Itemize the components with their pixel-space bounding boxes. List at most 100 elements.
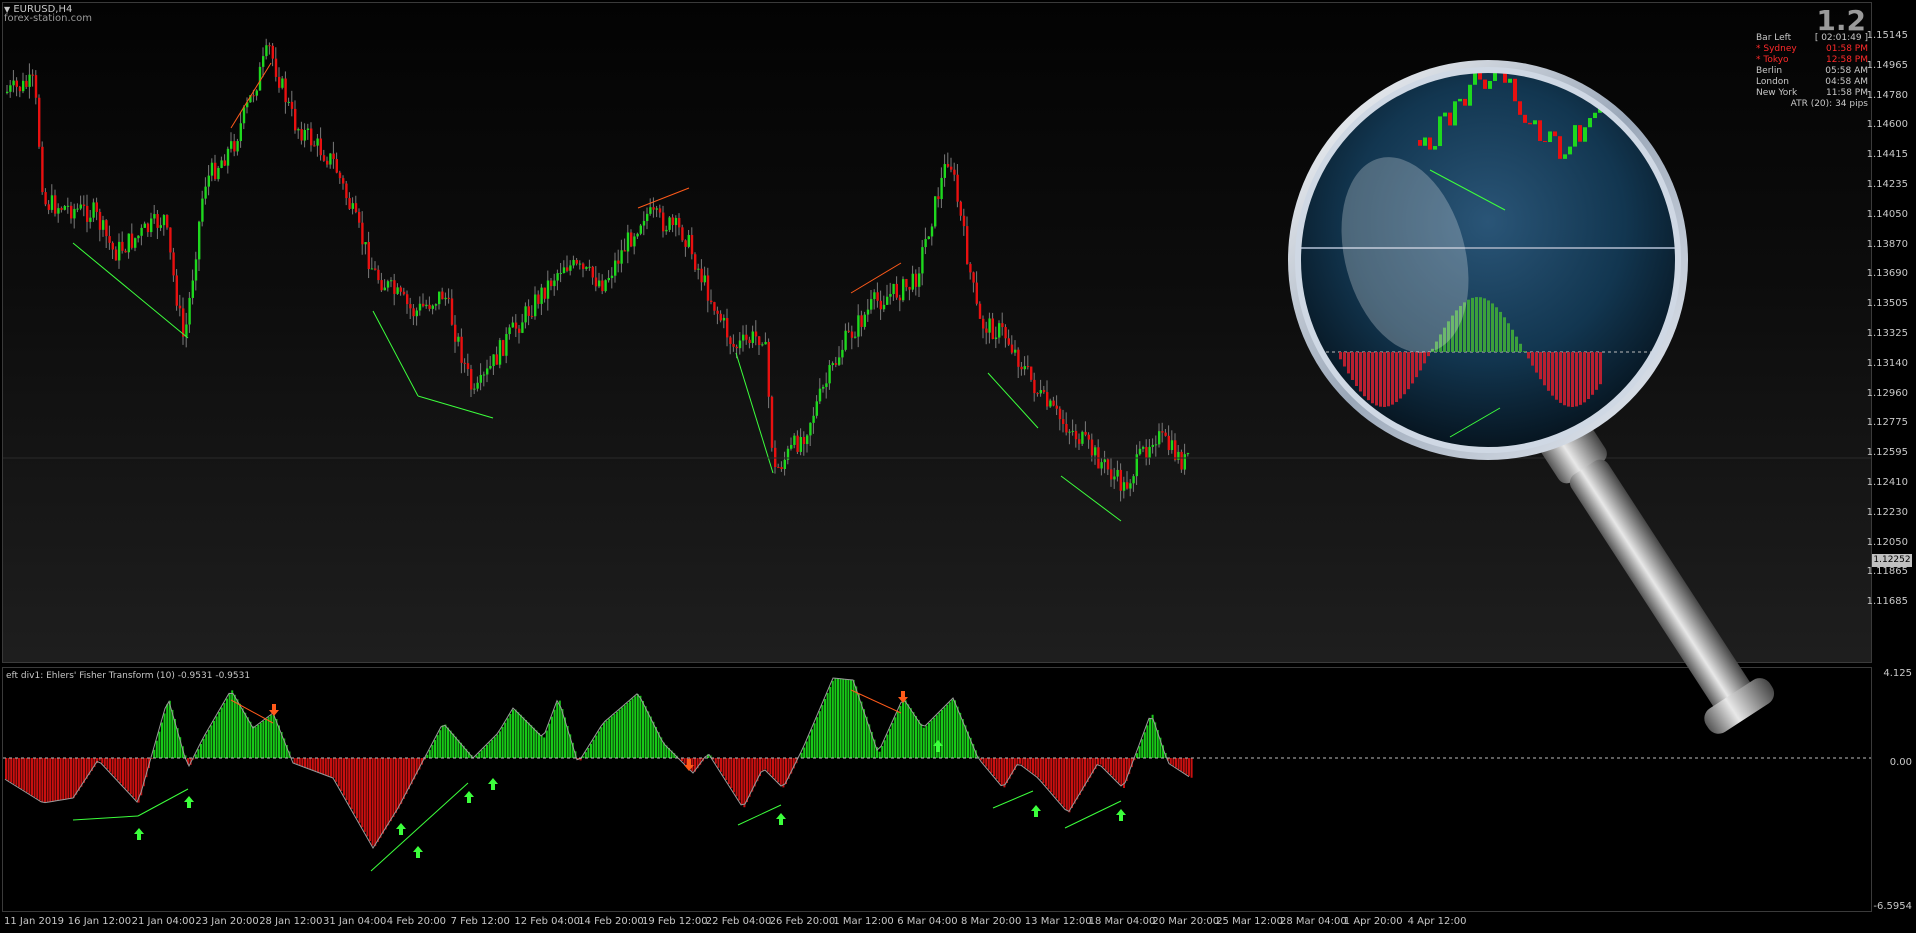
histogram-bar xyxy=(233,694,236,758)
histogram-bar xyxy=(153,749,156,758)
histogram-bar xyxy=(727,758,730,785)
histogram-bar xyxy=(80,758,83,787)
histogram-bar xyxy=(847,679,850,758)
histogram-bar xyxy=(103,758,106,767)
histogram-bar xyxy=(202,738,205,758)
candle xyxy=(34,75,38,98)
candle xyxy=(1116,469,1119,477)
candle xyxy=(946,164,950,167)
candle xyxy=(82,204,86,206)
candle xyxy=(780,467,783,470)
divergence-line xyxy=(372,310,419,397)
histogram-bar xyxy=(740,758,743,805)
candle xyxy=(201,198,204,222)
candle xyxy=(764,341,767,345)
price-chart-pane[interactable] xyxy=(2,2,1872,663)
histogram-bar xyxy=(218,711,221,758)
candle xyxy=(847,330,850,332)
candle xyxy=(54,195,57,214)
histogram-bar xyxy=(592,739,595,758)
indicator-pane[interactable] xyxy=(2,667,1872,912)
histogram-bar xyxy=(408,758,410,790)
histogram-bar xyxy=(1081,758,1084,791)
histogram-bar xyxy=(743,758,746,808)
candle xyxy=(303,129,306,141)
histogram-bar xyxy=(855,686,858,758)
candle xyxy=(399,287,402,292)
candle xyxy=(844,330,847,350)
candle xyxy=(178,305,182,309)
candle xyxy=(1151,444,1154,447)
price-tick-label: 1.12960 xyxy=(1866,387,1908,399)
candle xyxy=(89,217,92,222)
histogram-bar xyxy=(543,737,546,758)
candle xyxy=(425,304,428,307)
histogram-bar xyxy=(995,758,998,780)
candle xyxy=(486,368,489,375)
price-tick-label: 1.13690 xyxy=(1866,268,1908,280)
histogram-bar xyxy=(1037,758,1040,778)
candle xyxy=(172,252,175,276)
candle xyxy=(969,263,972,273)
candle xyxy=(1068,431,1071,433)
candle xyxy=(92,202,95,218)
indicator-zero-label: 0.00 xyxy=(1889,757,1912,768)
histogram-bar xyxy=(353,758,356,814)
candle xyxy=(316,138,319,146)
histogram-bar xyxy=(925,725,928,758)
candle xyxy=(428,304,431,309)
candle xyxy=(921,247,924,274)
candle xyxy=(770,396,774,448)
histogram-bar xyxy=(816,717,819,758)
candle xyxy=(591,266,594,278)
histogram-bar xyxy=(1071,758,1073,808)
histogram-bar xyxy=(902,700,904,758)
candle xyxy=(812,415,815,423)
candle xyxy=(1046,392,1049,407)
histogram-bar xyxy=(922,727,925,758)
candle xyxy=(889,294,892,297)
candle xyxy=(1026,366,1030,368)
arrow-up-icon xyxy=(464,791,474,803)
histogram-bar xyxy=(800,752,803,758)
candle xyxy=(604,280,607,292)
time-tick-label: 21 Jan 04:00 xyxy=(131,916,195,927)
histogram-bar xyxy=(75,758,78,795)
candle xyxy=(742,334,745,341)
candle xyxy=(575,259,578,264)
histogram-bar xyxy=(1175,758,1177,768)
candle xyxy=(991,318,994,340)
histogram-bar xyxy=(491,739,494,758)
candle xyxy=(124,250,127,253)
histogram-bar xyxy=(452,733,455,758)
histogram-bar xyxy=(639,695,642,758)
histogram-bar xyxy=(389,758,392,822)
histogram-bar xyxy=(909,708,912,758)
candle xyxy=(1180,451,1183,470)
candle xyxy=(47,204,50,210)
histogram-bar xyxy=(226,698,228,758)
histogram-bar xyxy=(496,734,499,758)
histogram-bar xyxy=(1058,758,1060,802)
histogram-bar xyxy=(119,758,122,784)
candle xyxy=(466,363,470,370)
candle xyxy=(383,287,386,291)
histogram-bar xyxy=(1024,758,1027,768)
candle xyxy=(76,208,79,210)
histogram-bar xyxy=(72,758,75,799)
histogram-bar xyxy=(912,712,915,758)
price-tick-label: 1.12410 xyxy=(1866,477,1908,488)
histogram-bar xyxy=(33,758,36,798)
histogram-bar xyxy=(1039,758,1042,781)
histogram-bar xyxy=(1099,758,1102,765)
candle xyxy=(191,280,194,298)
histogram-bar xyxy=(826,692,829,758)
arrow-up-icon xyxy=(488,778,498,790)
candle xyxy=(674,217,678,226)
candle xyxy=(1148,446,1151,458)
arrow-up-icon xyxy=(396,823,406,835)
candle xyxy=(332,153,335,160)
divergence-line xyxy=(72,815,139,821)
histogram-bar xyxy=(896,711,899,758)
candle xyxy=(1158,431,1161,445)
